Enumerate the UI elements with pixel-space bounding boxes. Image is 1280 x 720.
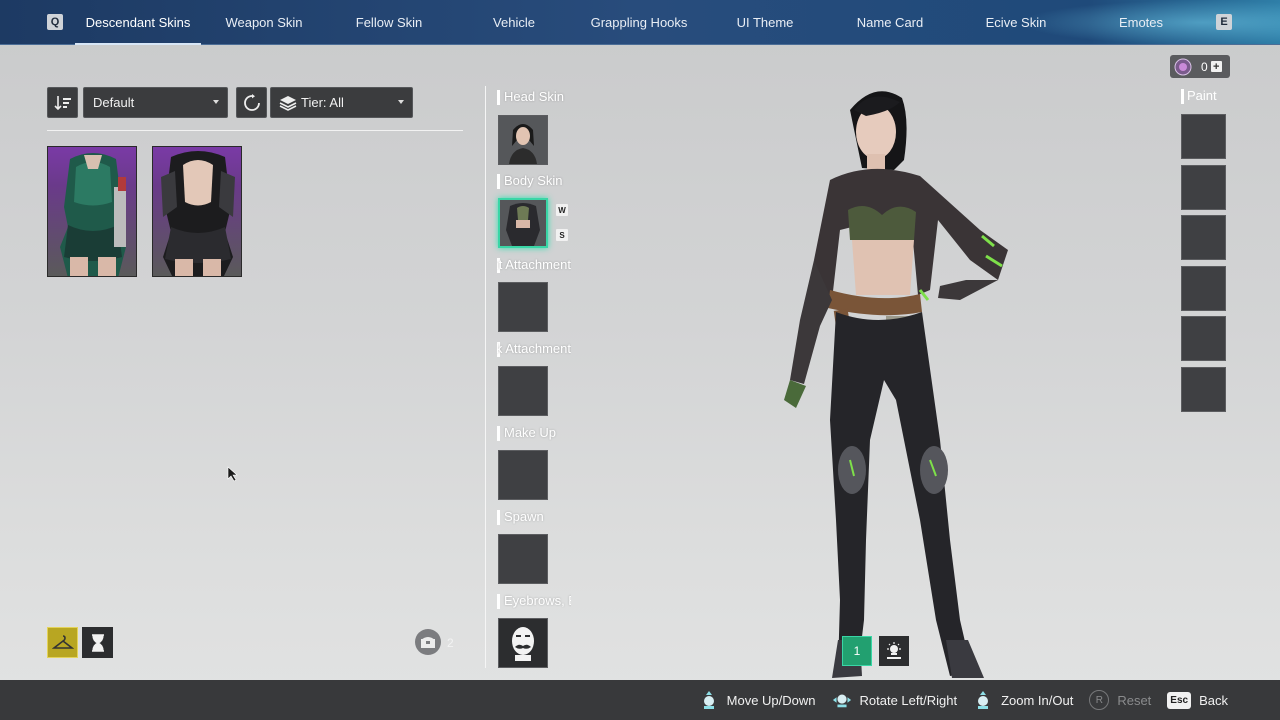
slot-head-skin[interactable] xyxy=(498,115,548,165)
chevron-down-icon xyxy=(213,100,219,104)
black-maid-skin-image xyxy=(161,151,235,276)
top-tab-bar: Q Descendant Skins Weapon Skin Fellow Sk… xyxy=(0,0,1280,45)
reset-key-icon: R xyxy=(1089,690,1110,710)
sort-order-button[interactable] xyxy=(47,87,78,118)
filter-divider xyxy=(47,130,463,131)
slot-label-back-attachment: Back Attachment xyxy=(497,341,571,357)
mouse-cursor-icon xyxy=(227,466,238,482)
zoom-stick-icon xyxy=(973,690,993,710)
slot-label-back-attachment-text: Back Attachment xyxy=(497,341,571,356)
tab-ui-theme[interactable]: UI Theme xyxy=(706,0,824,45)
paint-slot[interactable] xyxy=(1181,114,1226,159)
next-tab-key[interactable]: E xyxy=(1216,14,1232,30)
slot-label-head-skin: Head Skin xyxy=(497,89,571,105)
paint-slot[interactable] xyxy=(1181,266,1226,311)
hint-rotate[interactable]: Rotate Left/Right xyxy=(832,690,958,710)
time-mode-button[interactable] xyxy=(82,627,113,658)
slot-eyebrows[interactable] xyxy=(498,618,548,668)
face-mustache-icon xyxy=(512,627,534,661)
paint-slot[interactable] xyxy=(1181,316,1226,361)
sort-dropdown[interactable]: Default xyxy=(83,87,228,118)
tier-dropdown-value: Tier: All xyxy=(301,95,344,110)
skin-card-black-maid[interactable] xyxy=(152,146,242,277)
hint-move[interactable]: Move Up/Down xyxy=(699,690,816,710)
head-skin-image xyxy=(499,116,547,164)
tab-descendant-skins[interactable]: Descendant Skins xyxy=(75,0,201,45)
slot-label-eyebrows: Eyebrows, Beard xyxy=(497,593,571,609)
slot-make-up[interactable] xyxy=(498,450,548,500)
hint-zoom-label: Zoom In/Out xyxy=(1001,692,1074,708)
currency-display[interactable]: 0 + xyxy=(1170,55,1230,78)
body-skin-badge-w: W xyxy=(556,204,568,216)
tab-ecive-skin[interactable]: Ecive Skin xyxy=(957,0,1075,45)
tab-weapon-skin[interactable]: Weapon Skin xyxy=(205,0,323,45)
prev-tab-key[interactable]: Q xyxy=(47,14,63,30)
hint-reset[interactable]: R Reset xyxy=(1089,690,1151,710)
tab-emotes[interactable]: Emotes xyxy=(1082,0,1200,45)
hint-reset-label: Reset xyxy=(1117,692,1152,708)
hourglass-icon xyxy=(91,633,104,652)
tab-name-card[interactable]: Name Card xyxy=(831,0,949,45)
hanger-icon xyxy=(51,634,74,649)
slot-label-make-up: Make Up xyxy=(497,425,571,441)
hint-back-label: Back xyxy=(1199,692,1228,708)
slot-label-body-skin: Body Skin xyxy=(497,173,571,189)
paint-slot[interactable] xyxy=(1181,165,1226,210)
slot-front-attachment[interactable] xyxy=(498,282,548,332)
chevron-down-icon xyxy=(398,100,404,104)
add-currency-button[interactable]: + xyxy=(1210,61,1222,73)
right-stick-icon xyxy=(699,690,719,710)
bottom-hint-bar: Move Up/Down Rotate Left/Right Zoom In/O… xyxy=(0,680,1280,720)
character-model[interactable] xyxy=(770,80,1020,680)
slot-column-divider xyxy=(485,86,486,668)
layers-icon xyxy=(279,95,297,111)
left-right-stick-icon xyxy=(832,690,852,710)
lighting-button[interactable] xyxy=(879,636,909,666)
tab-fellow-skin[interactable]: Fellow Skin xyxy=(330,0,448,45)
body-skin-badge-s: S xyxy=(556,229,568,241)
inventory-count: 2 xyxy=(447,636,454,650)
lamp-icon xyxy=(887,642,901,659)
slot-spawn[interactable] xyxy=(498,534,548,584)
hint-rotate-label: Rotate Left/Right xyxy=(859,692,958,708)
tab-vehicle[interactable]: Vehicle xyxy=(455,0,573,45)
hint-zoom[interactable]: Zoom In/Out xyxy=(973,690,1073,710)
body-skin-image xyxy=(500,200,546,246)
refresh-icon xyxy=(243,93,260,111)
slot-label-front-attachment-text: Front Attachment xyxy=(497,257,571,272)
currency-amount: 0 xyxy=(1201,59,1208,74)
paint-label: Paint xyxy=(1181,88,1217,104)
paint-slot[interactable] xyxy=(1181,367,1226,412)
inventory-button[interactable] xyxy=(415,629,441,655)
slot-label-spawn: Spawn xyxy=(497,509,571,525)
slot-back-attachment[interactable] xyxy=(498,366,548,416)
sort-icon xyxy=(53,95,71,110)
skin-card-green-uniform[interactable] xyxy=(47,146,137,277)
chest-icon xyxy=(421,637,435,648)
tier-dropdown[interactable]: Tier: All xyxy=(270,87,413,118)
green-uniform-skin-image xyxy=(60,153,126,276)
slot-body-skin[interactable] xyxy=(498,198,548,248)
paint-slot[interactable] xyxy=(1181,215,1226,260)
sort-dropdown-value: Default xyxy=(93,95,135,110)
tab-grappling-hooks[interactable]: Grappling Hooks xyxy=(580,0,698,45)
esc-key-icon: Esc xyxy=(1167,691,1192,709)
hint-move-label: Move Up/Down xyxy=(726,692,816,708)
reset-filter-button[interactable] xyxy=(236,87,267,118)
wardrobe-mode-button[interactable] xyxy=(47,627,78,658)
currency-icon xyxy=(1174,58,1192,75)
preset-slot-button[interactable]: 1 xyxy=(842,636,872,666)
hint-back[interactable]: Esc Back xyxy=(1167,691,1228,709)
slot-label-front-attachment: Front Attachment xyxy=(497,257,571,273)
